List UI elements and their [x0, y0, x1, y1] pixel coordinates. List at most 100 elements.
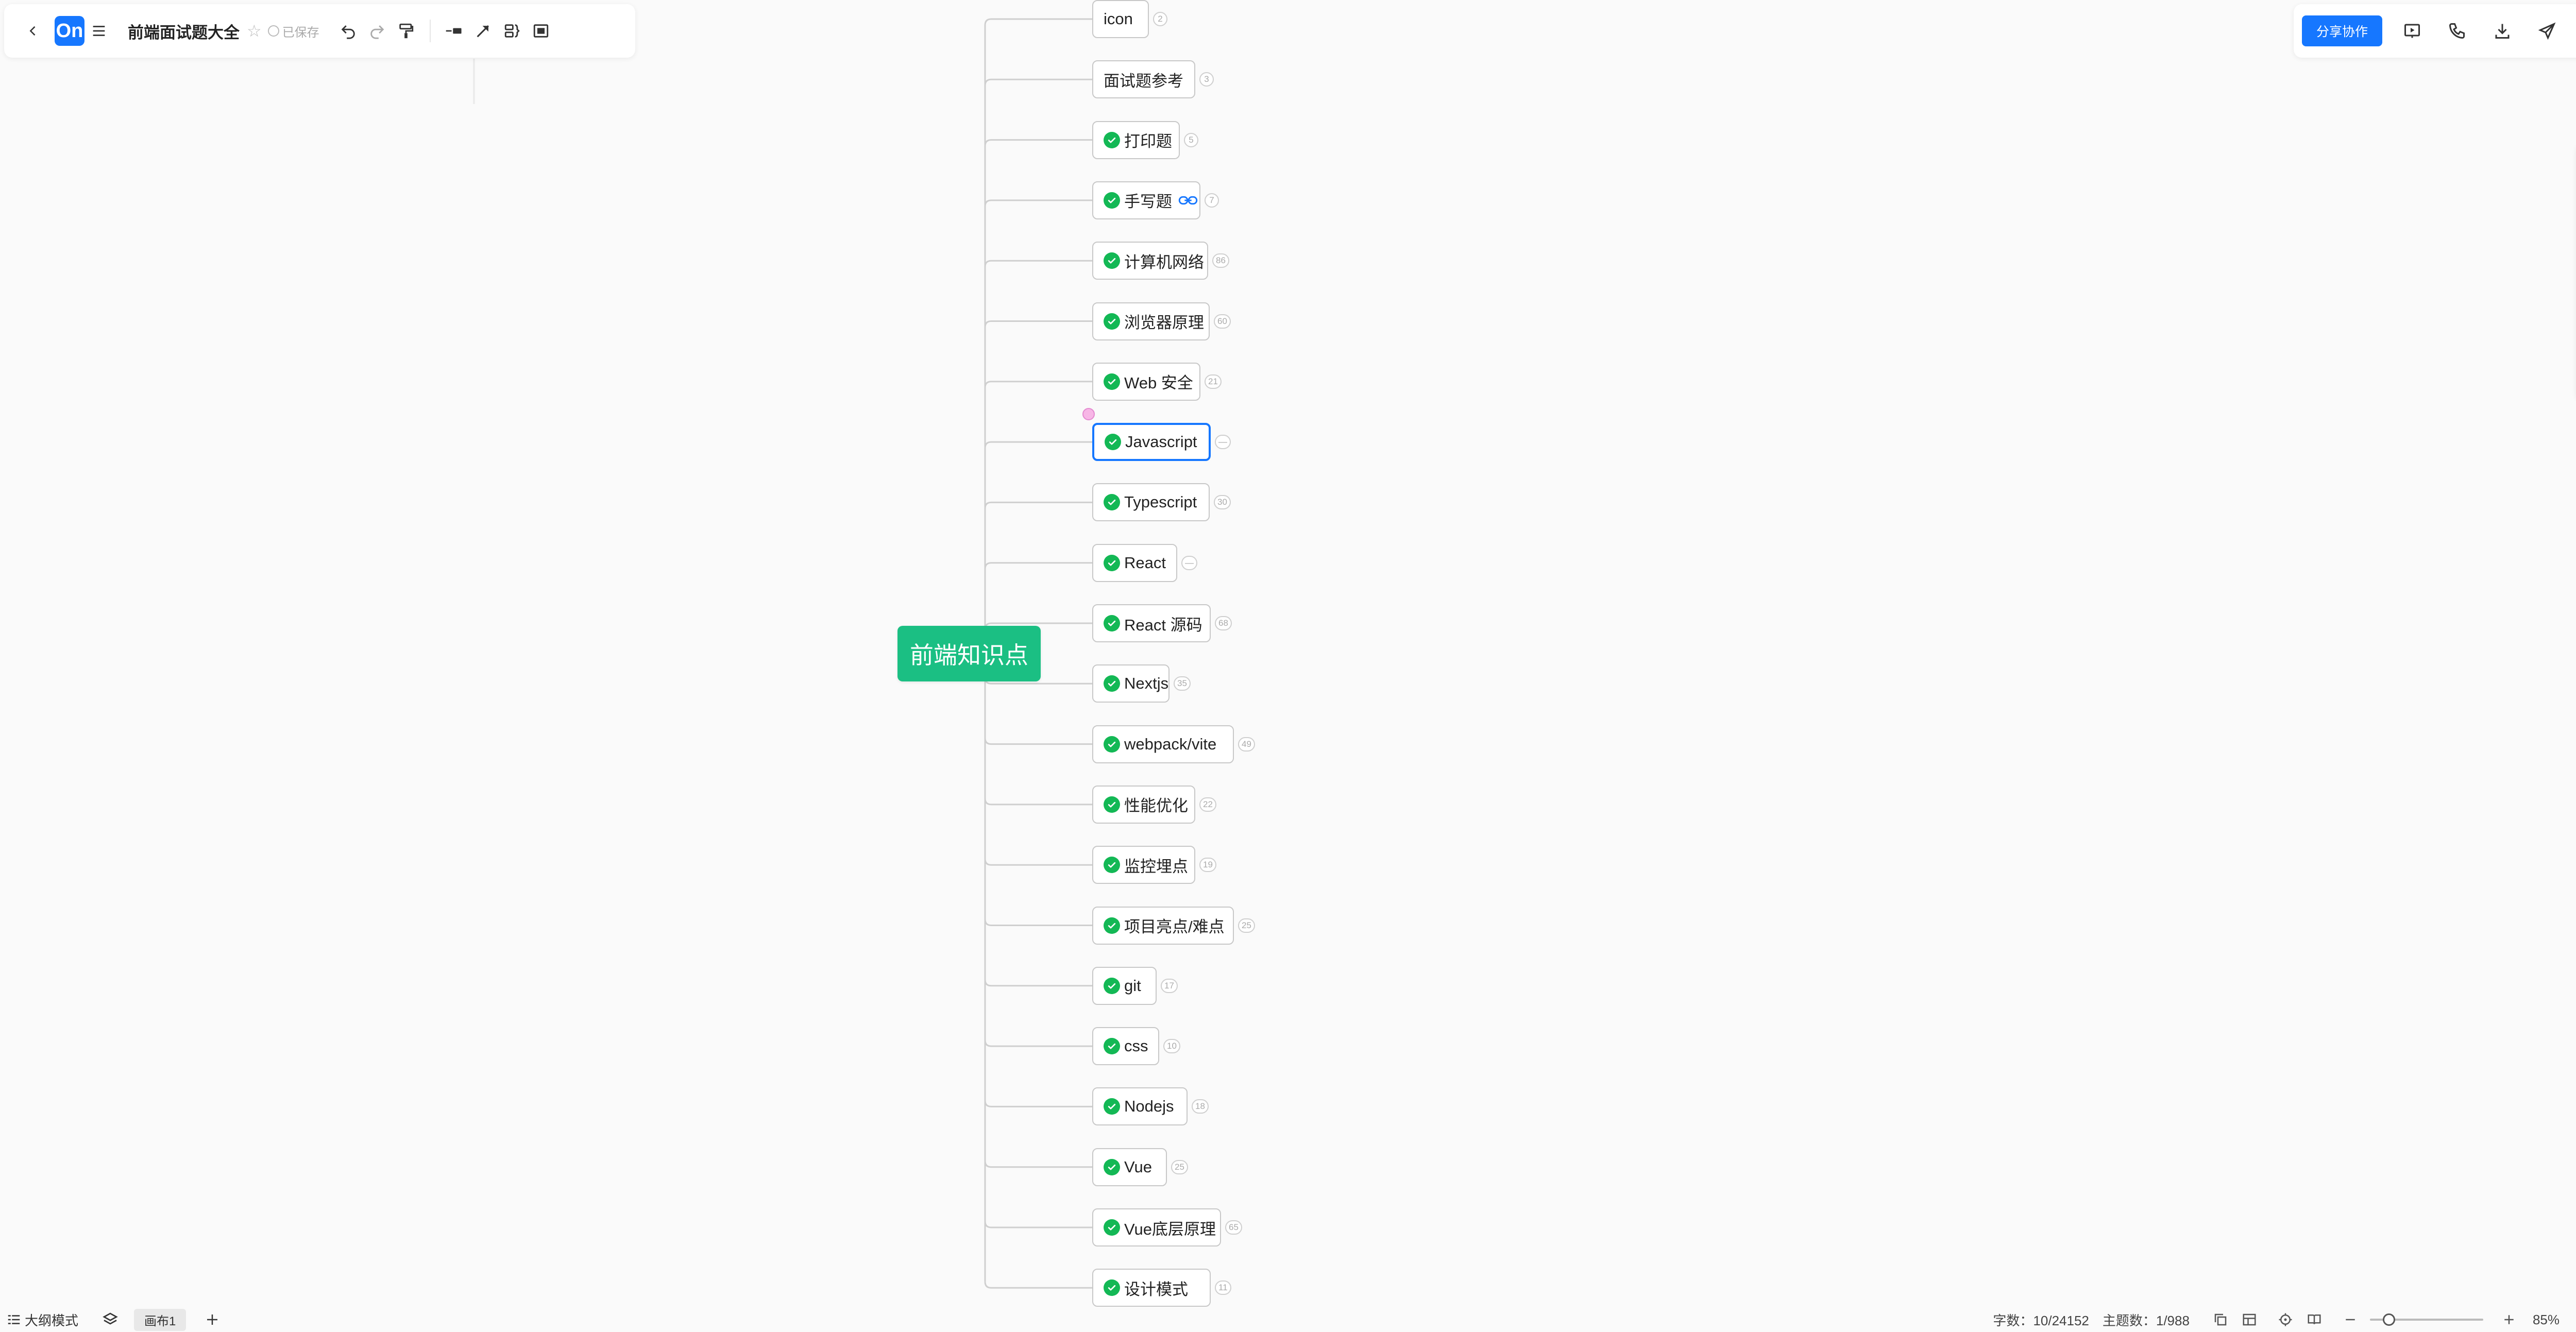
copy-button[interactable]	[2209, 1308, 2232, 1331]
topic-node[interactable]: 打印题	[1092, 121, 1180, 159]
topic-node[interactable]: css	[1092, 1027, 1159, 1066]
check-circle-icon	[1104, 131, 1120, 148]
topic-node[interactable]: 计算机网络	[1092, 242, 1208, 280]
present-button[interactable]	[2397, 15, 2428, 46]
topic-node[interactable]: Nextjs	[1092, 664, 1170, 703]
child-count-badge[interactable]: 22	[1199, 797, 1216, 812]
topic-node[interactable]: icon	[1092, 0, 1149, 38]
mindmap-canvas[interactable]	[0, 0, 2576, 1332]
topic-label: webpack/vite	[1124, 735, 1217, 753]
branch-connector	[984, 1160, 1092, 1168]
star-icon[interactable]: ☆	[247, 21, 262, 41]
child-count-badge[interactable]: 60	[1214, 314, 1231, 329]
branch-connector	[984, 562, 1092, 569]
topic-node[interactable]: Web 安全	[1092, 362, 1200, 401]
document-title[interactable]: 前端面试题大全	[128, 20, 240, 43]
topic-label: Javascript	[1125, 433, 1197, 451]
frame-button[interactable]	[527, 16, 555, 45]
saved-check-icon	[267, 25, 279, 37]
layers-icon	[103, 1312, 118, 1325]
child-count-badge[interactable]: 86	[1212, 253, 1229, 268]
back-button[interactable]	[19, 16, 47, 45]
download-icon	[2495, 24, 2510, 39]
child-count-badge[interactable]: 49	[1238, 737, 1255, 752]
topic-label: css	[1124, 1037, 1148, 1055]
canvas-tab[interactable]: 画布1	[134, 1308, 187, 1331]
drag-handle[interactable]	[1082, 408, 1095, 420]
download-button[interactable]	[2487, 15, 2518, 46]
topic-node[interactable]: git	[1092, 966, 1157, 1005]
topic-node[interactable]: Nodejs	[1092, 1087, 1188, 1126]
child-count-badge[interactable]: 5	[1184, 132, 1198, 147]
check-circle-icon	[1104, 736, 1120, 753]
relation-line-button[interactable]	[469, 16, 498, 45]
child-count-badge[interactable]: 68	[1215, 616, 1232, 630]
root-topic[interactable]: 前端知识点	[897, 626, 1041, 681]
summary-button[interactable]	[498, 16, 527, 45]
reading-mode-button[interactable]	[2303, 1308, 2326, 1331]
topic-node[interactable]: 项目亮点/难点	[1092, 906, 1234, 945]
topic-node[interactable]: 浏览器原理	[1092, 302, 1210, 340]
layers-button[interactable]	[102, 1311, 118, 1328]
layout-button[interactable]	[2238, 1308, 2261, 1331]
child-count-badge[interactable]: 10	[1163, 1039, 1180, 1054]
topic-node[interactable]: Javascript	[1092, 423, 1211, 462]
topic-node[interactable]: React	[1092, 543, 1177, 582]
menu-button[interactable]	[84, 16, 113, 45]
child-count-badge[interactable]: 11	[1215, 1280, 1231, 1295]
child-count-badge[interactable]: 25	[1171, 1159, 1188, 1174]
topic-label: Nodejs	[1124, 1097, 1174, 1116]
topic-node[interactable]: 监控埋点	[1092, 846, 1195, 884]
zoom-slider[interactable]	[2369, 1313, 2483, 1326]
outline-mode-toggle[interactable]: 大纲模式	[6, 1310, 78, 1329]
branch-connector	[984, 1040, 1092, 1047]
child-count-badge[interactable]: 35	[1174, 676, 1191, 691]
child-count-badge[interactable]: 65	[1225, 1220, 1242, 1235]
topic-node[interactable]: 设计模式	[1092, 1269, 1211, 1307]
branch-connector	[984, 738, 1092, 745]
send-button[interactable]	[2532, 15, 2563, 46]
top-right-toolbar: 分享协作	[2294, 4, 2576, 58]
format-painter-button[interactable]	[392, 16, 420, 45]
call-button[interactable]	[2442, 15, 2472, 46]
topic-label: 设计模式	[1124, 1280, 1188, 1299]
topic-node[interactable]: Vue底层原理	[1092, 1208, 1221, 1246]
save-status-text: 已保存	[282, 25, 319, 40]
insert-topic-button[interactable]	[440, 16, 469, 45]
mindmap-app: 前端知识点 icon 2 面试题参考 3 打印题 5 手写题 7 计算机网络 86 浏览器原理 60 W…	[0, 0, 2576, 1332]
branch-connector	[984, 381, 1092, 388]
child-count-badge[interactable]: 19	[1199, 858, 1216, 873]
zoom-in-button[interactable]	[2498, 1308, 2520, 1331]
undo-button[interactable]	[334, 16, 363, 45]
child-count-badge[interactable]: 25	[1238, 918, 1255, 933]
child-count-badge[interactable]: 30	[1214, 495, 1231, 510]
topic-node[interactable]: 手写题	[1092, 181, 1200, 219]
topic-node[interactable]: 性能优化	[1092, 785, 1195, 824]
topic-node[interactable]: React 源码	[1092, 604, 1211, 642]
topic-node[interactable]: webpack/vite	[1092, 725, 1234, 763]
share-collaborate-button[interactable]: 分享协作	[2302, 15, 2383, 46]
plus-icon	[207, 1314, 218, 1325]
topic-node[interactable]: Vue	[1092, 1148, 1167, 1186]
topic-label: Typescript	[1124, 493, 1197, 511]
zoom-out-button[interactable]	[2339, 1308, 2362, 1331]
child-count-badge[interactable]: —	[1181, 555, 1197, 570]
topic-node[interactable]: 面试题参考	[1092, 60, 1195, 99]
plus-icon	[2504, 1315, 2514, 1324]
redo-button[interactable]	[363, 16, 392, 45]
child-count-badge[interactable]: 21	[1205, 374, 1222, 389]
child-count-badge[interactable]: 18	[1192, 1099, 1209, 1114]
child-count-badge[interactable]: 2	[1153, 12, 1167, 26]
add-canvas-button[interactable]	[205, 1312, 220, 1327]
app-logo[interactable]: On	[55, 16, 84, 46]
child-count-badge[interactable]: —	[1215, 435, 1231, 450]
child-count-badge[interactable]: 7	[1205, 193, 1219, 208]
child-count-badge[interactable]: 17	[1161, 978, 1178, 993]
topic-node[interactable]: Typescript	[1092, 483, 1210, 522]
locate-button[interactable]	[2274, 1308, 2297, 1331]
link-icon[interactable]	[1178, 194, 1198, 207]
check-circle-icon	[1104, 554, 1120, 571]
zoom-slider-thumb[interactable]	[2383, 1313, 2396, 1326]
zoom-level[interactable]: 85%	[2533, 1312, 2560, 1328]
topic-label: 面试题参考	[1104, 72, 1183, 90]
